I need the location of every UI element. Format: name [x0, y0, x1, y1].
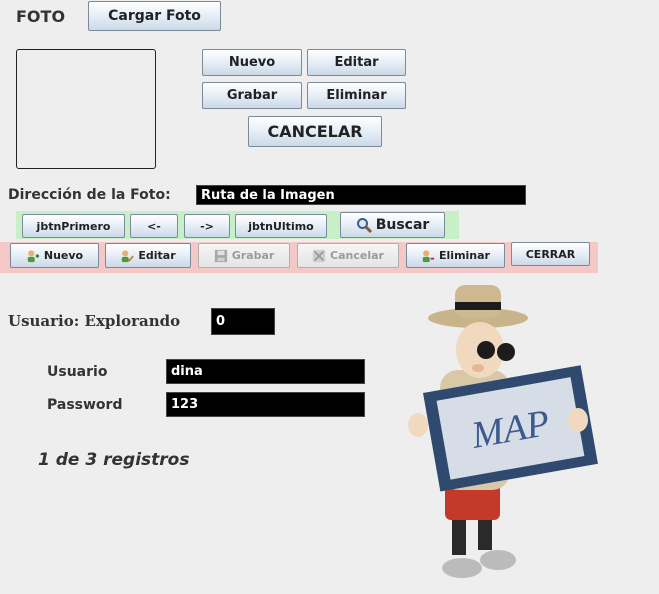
password-label: Password — [47, 397, 123, 413]
mode-value: 0 — [211, 308, 275, 335]
username-field[interactable]: dina — [166, 359, 365, 384]
toolbar-save-label: Grabar — [231, 249, 275, 262]
photo-path-field[interactable]: Ruta de la Imagen — [196, 185, 526, 205]
toolbar-new-label: Nuevo — [43, 249, 84, 262]
toolbar-cancel-button[interactable]: Cancelar — [297, 243, 399, 268]
toolbar-save-button[interactable]: Grabar — [198, 243, 290, 268]
map-character-illustration: MAP — [408, 285, 598, 578]
cancel-icon — [312, 249, 326, 262]
toolbar-delete-button[interactable]: Eliminar — [406, 243, 505, 268]
load-photo-button[interactable]: Cargar Foto — [88, 1, 221, 31]
delete-button[interactable]: Eliminar — [307, 82, 406, 109]
search-button-label: Buscar — [375, 217, 430, 233]
save-button[interactable]: Grabar — [202, 82, 302, 109]
photo-preview — [16, 49, 156, 169]
photo-path-label: Dirección de la Foto: — [8, 187, 171, 203]
cancel-button[interactable]: CANCELAR — [248, 116, 382, 147]
password-field[interactable]: 123 — [166, 392, 365, 417]
toolbar-new-button[interactable]: Nuevo — [10, 243, 99, 268]
user-add-icon — [27, 249, 39, 262]
toolbar-cancel-label: Cancelar — [330, 249, 384, 262]
toolbar-edit-button[interactable]: Editar — [105, 243, 191, 268]
previous-record-button[interactable]: <- — [130, 214, 178, 238]
toolbar-delete-label: Eliminar — [439, 249, 490, 262]
close-button[interactable]: CERRAR — [511, 242, 590, 266]
save-icon — [214, 249, 227, 262]
next-record-button[interactable]: -> — [184, 214, 230, 238]
record-counter: 1 de 3 registros — [38, 450, 190, 470]
photo-title: FOTO — [16, 7, 66, 26]
user-delete-icon — [422, 249, 435, 262]
last-record-button[interactable]: jbtnUltimo — [235, 214, 327, 238]
mode-label: Usuario: Explorando — [8, 312, 181, 330]
search-button[interactable]: Buscar — [340, 212, 445, 238]
user-edit-icon — [122, 249, 135, 262]
magnifier-icon — [356, 218, 372, 233]
first-record-button[interactable]: jbtnPrimero — [22, 214, 125, 238]
toolbar-edit-label: Editar — [138, 249, 176, 262]
new-button[interactable]: Nuevo — [202, 49, 302, 76]
edit-button[interactable]: Editar — [307, 49, 406, 76]
username-label: Usuario — [47, 364, 108, 380]
